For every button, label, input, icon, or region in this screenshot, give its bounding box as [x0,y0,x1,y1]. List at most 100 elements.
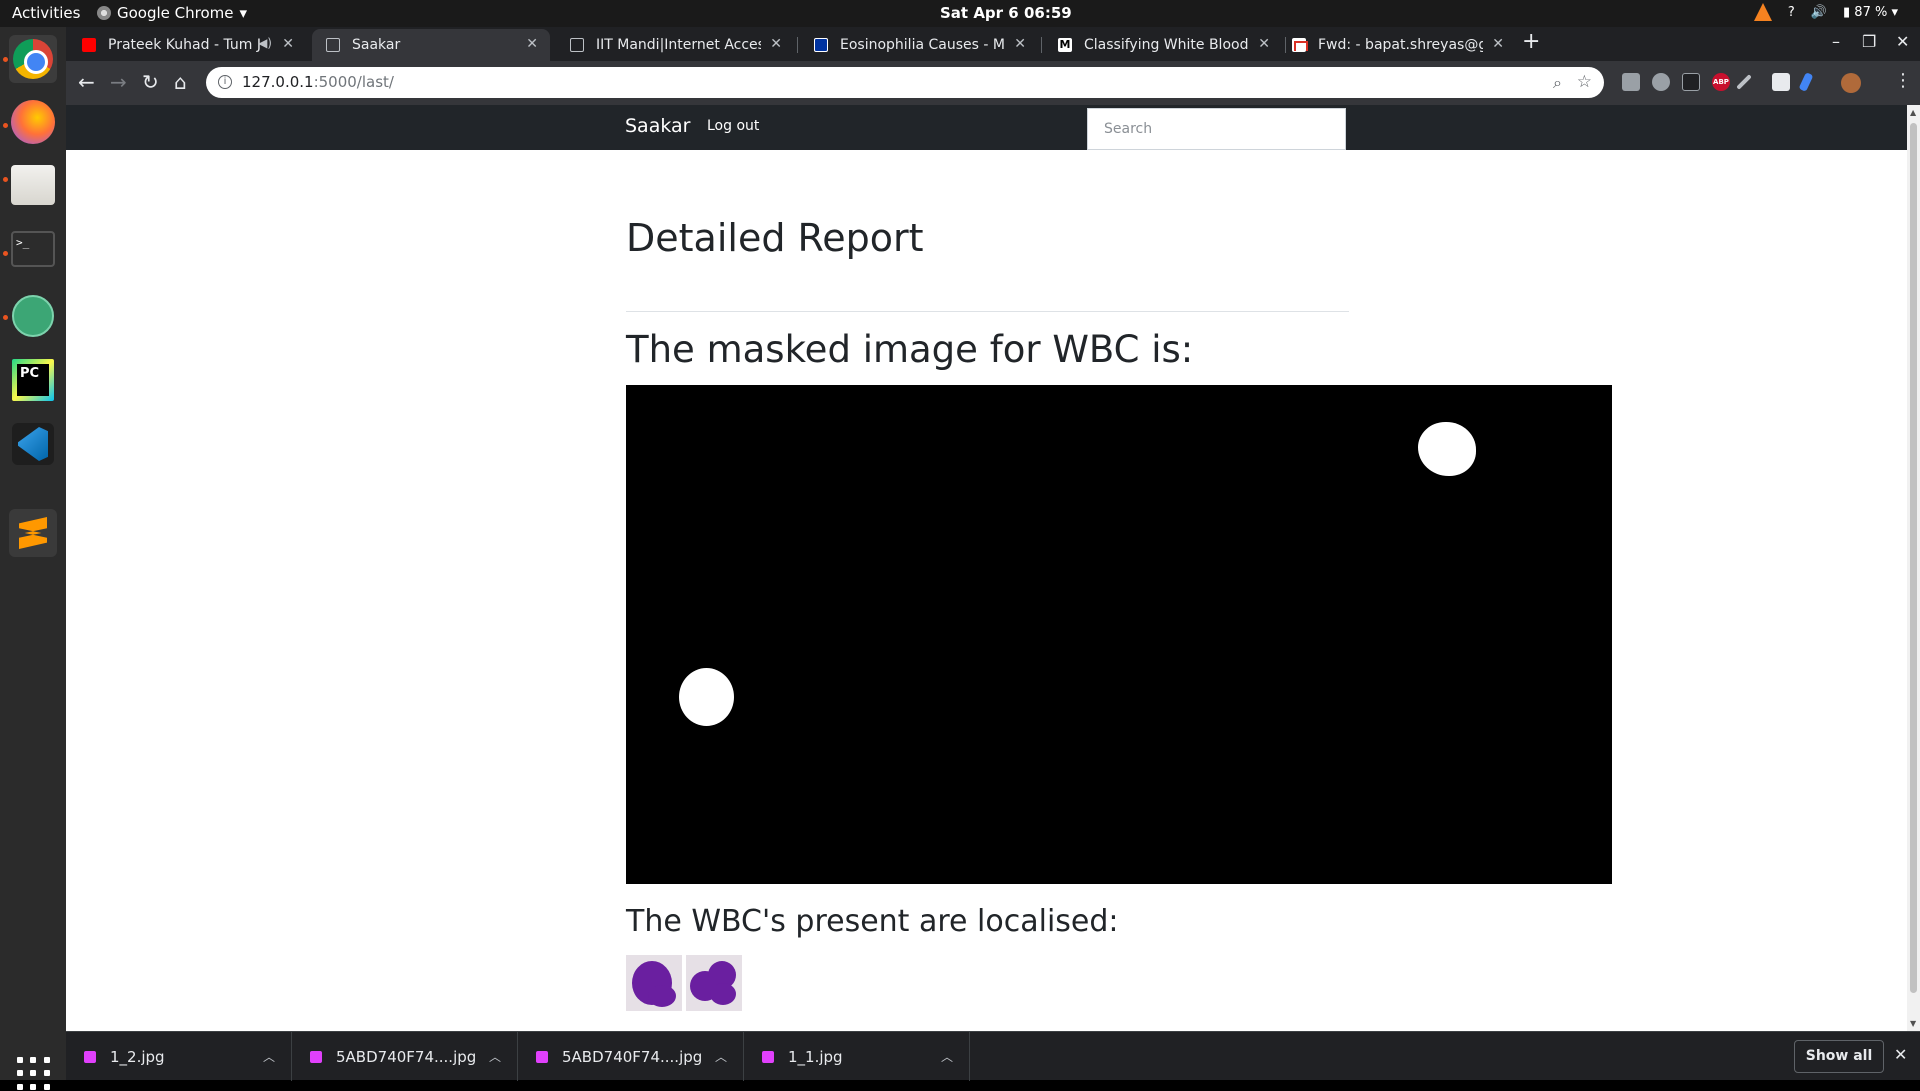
localised-heading: The WBC's present are localised: [626,904,1119,939]
restore-icon[interactable]: ❐ [1862,32,1876,51]
chevron-up-icon[interactable]: ︿ [715,1048,727,1065]
close-window-icon[interactable]: ✕ [1896,32,1909,51]
dock-terminal-icon[interactable]: >_ [11,231,55,267]
tab-youtube[interactable]: Prateek Kuhad - Tum J ◀) ✕ [68,29,306,61]
system-top-bar: Activities Google Chrome ▾ Sat Apr 6 06:… [0,0,1920,27]
bookmark-star-icon[interactable]: ☆ [1577,67,1592,98]
search-input[interactable] [1087,108,1346,150]
logout-link[interactable]: Log out [707,118,759,134]
chevron-up-icon[interactable]: ︿ [263,1048,275,1065]
page-icon [570,38,584,52]
extension-icon[interactable] [1652,73,1670,91]
dock-files-icon[interactable] [11,165,55,205]
close-tab-icon[interactable]: ✕ [1258,36,1270,52]
extension-icon[interactable] [1798,72,1814,92]
medium-icon: M [1058,38,1072,52]
wbc-thumbnails [626,955,742,1011]
close-tab-icon[interactable]: ✕ [526,36,538,52]
activities-button[interactable]: Activities [12,4,80,22]
close-tab-icon[interactable]: ✕ [1014,36,1026,52]
download-item[interactable]: 1_1.jpg ︿ [744,1032,970,1081]
chrome-window: Prateek Kuhad - Tum J ◀) ✕ Saakar ✕ IIT … [66,27,1920,1081]
dock: >_ PC [0,27,66,1090]
page-title: Detailed Report [626,216,924,260]
show-all-button[interactable]: Show all [1794,1040,1884,1073]
navbar-brand[interactable]: Saakar [625,115,690,137]
divider [626,311,1349,312]
site-info-icon[interactable]: i [218,75,232,89]
url-path: :5000/last/ [313,73,394,91]
address-bar[interactable]: i 127.0.0.1:5000/last/ ⌕ ☆ [206,67,1604,98]
dock-firefox-icon[interactable] [11,100,55,144]
system-clock[interactable]: Sat Apr 6 06:59 [940,4,1072,22]
close-tab-icon[interactable]: ✕ [1492,36,1504,52]
download-filename: 1_1.jpg [788,1047,843,1066]
tab-saakar[interactable]: Saakar ✕ [312,29,550,61]
wbc-blob [679,668,734,726]
download-item[interactable]: 5ABD740F74....jpg ︿ [518,1032,744,1081]
profile-avatar[interactable] [1841,73,1861,93]
menu-kebab-icon[interactable]: ⋮ [1894,70,1912,91]
close-tab-icon[interactable]: ✕ [282,36,294,52]
close-shelf-icon[interactable]: ✕ [1894,1045,1907,1064]
tab-title: Fwd: - bapat.shreyas@gm [1318,37,1483,53]
wbc-mask-image [626,385,1612,884]
chevron-up-icon[interactable]: ︿ [941,1048,953,1065]
tab-gmail[interactable]: Fwd: - bapat.shreyas@gm ✕ [1278,29,1516,61]
dock-pycharm-icon[interactable]: PC [12,359,54,401]
app-menu[interactable]: Google Chrome ▾ [97,4,247,22]
download-item[interactable]: 1_2.jpg ︿ [66,1032,292,1081]
extension-icon[interactable] [1682,73,1700,91]
chrome-small-icon [97,6,111,20]
vlc-icon[interactable] [1753,3,1772,21]
volume-icon[interactable]: 🔊 [1811,5,1827,20]
system-tray[interactable]: ? 🔊 ▮ 87 % ▾ [1753,3,1898,21]
chevron-up-icon[interactable]: ︿ [489,1048,501,1065]
help-icon[interactable]: ? [1788,5,1795,20]
running-indicator [3,57,8,62]
show-applications-icon[interactable] [17,1057,51,1091]
dock-sublime-icon[interactable] [9,509,57,557]
dock-vscode-icon[interactable] [12,423,54,465]
page-icon [326,38,340,52]
nucleus-shape [648,985,676,1007]
dock-atom-icon[interactable] [12,295,54,337]
adblock-icon[interactable]: ABP [1712,73,1730,91]
home-icon[interactable]: ⌂ [174,70,187,94]
camera-extension-icon[interactable] [1622,73,1640,91]
pen-extension-icon[interactable] [1736,74,1752,90]
zoom-icon[interactable]: ⌕ [1553,67,1562,98]
forward-icon[interactable]: → [110,70,127,94]
tab-title: Prateek Kuhad - Tum J [108,37,261,53]
wbc-thumbnail[interactable] [626,955,682,1011]
battery-indicator[interactable]: ▮ 87 % ▾ [1843,5,1898,20]
new-tab-icon[interactable]: + [1522,29,1540,54]
extension-icon[interactable] [1772,73,1790,91]
wbc-blob [1418,422,1476,476]
download-item[interactable]: 5ABD740F74....jpg ︿ [292,1032,518,1081]
page-scrollbar[interactable]: ▲ ▼ [1907,105,1920,1031]
close-tab-icon[interactable]: ✕ [770,36,782,52]
tab-iit-mandi[interactable]: IIT Mandi|Internet Access ✕ [556,29,794,61]
wbc-thumbnail[interactable] [686,955,742,1011]
tab-title: Classifying White Blood C [1084,37,1249,53]
download-filename: 5ABD740F74....jpg [562,1047,703,1066]
scroll-down-icon[interactable]: ▼ [1910,1019,1916,1028]
minimize-icon[interactable]: – [1832,32,1840,51]
nucleus-shape [710,983,736,1005]
running-indicator [3,251,8,256]
tab-classifying-wbc[interactable]: M Classifying White Blood C ✕ [1044,29,1282,61]
scroll-up-icon[interactable]: ▲ [1910,108,1916,117]
tab-eosinophilia[interactable]: Eosinophilia Causes - May ✕ [800,29,1038,61]
chrome-logo-icon [13,39,53,79]
scrollbar-thumb[interactable] [1910,123,1917,993]
battery-percent: 87 % [1854,4,1888,20]
reload-icon[interactable]: ↻ [142,70,159,94]
audio-icon[interactable]: ◀) [258,36,272,50]
image-file-icon [84,1050,96,1063]
tab-title: IIT Mandi|Internet Access [596,37,761,53]
youtube-icon [82,38,96,52]
back-icon[interactable]: ← [78,70,95,94]
image-file-icon [310,1050,322,1063]
dock-chrome-icon[interactable] [9,35,57,83]
